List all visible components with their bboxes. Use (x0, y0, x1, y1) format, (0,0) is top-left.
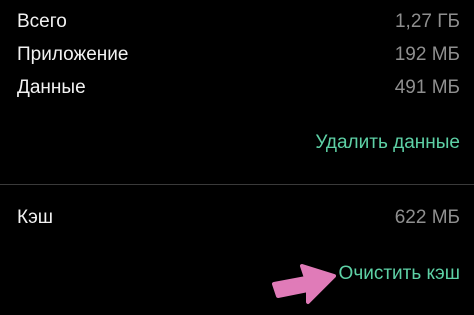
total-value: 1,27 ГБ (394, 11, 460, 32)
clear-data-button[interactable]: Удалить данные (315, 132, 460, 154)
cache-row: Кэш 622 МБ (17, 202, 460, 234)
section-divider (0, 184, 474, 185)
pointer-arrow-icon (272, 264, 336, 304)
app-label: Приложение (17, 44, 129, 65)
cache-value: 622 МБ (394, 207, 460, 228)
data-label: Данные (17, 77, 86, 98)
cache-label: Кэш (17, 207, 54, 228)
app-row: Приложение 192 МБ (17, 39, 460, 71)
data-value: 491 МБ (394, 77, 460, 98)
total-label: Всего (17, 11, 67, 32)
app-value: 192 МБ (394, 44, 460, 65)
total-row: Всего 1,27 ГБ (17, 6, 460, 38)
data-row: Данные 491 МБ (17, 72, 460, 104)
clear-cache-button[interactable]: Очистить кэш (339, 263, 460, 285)
